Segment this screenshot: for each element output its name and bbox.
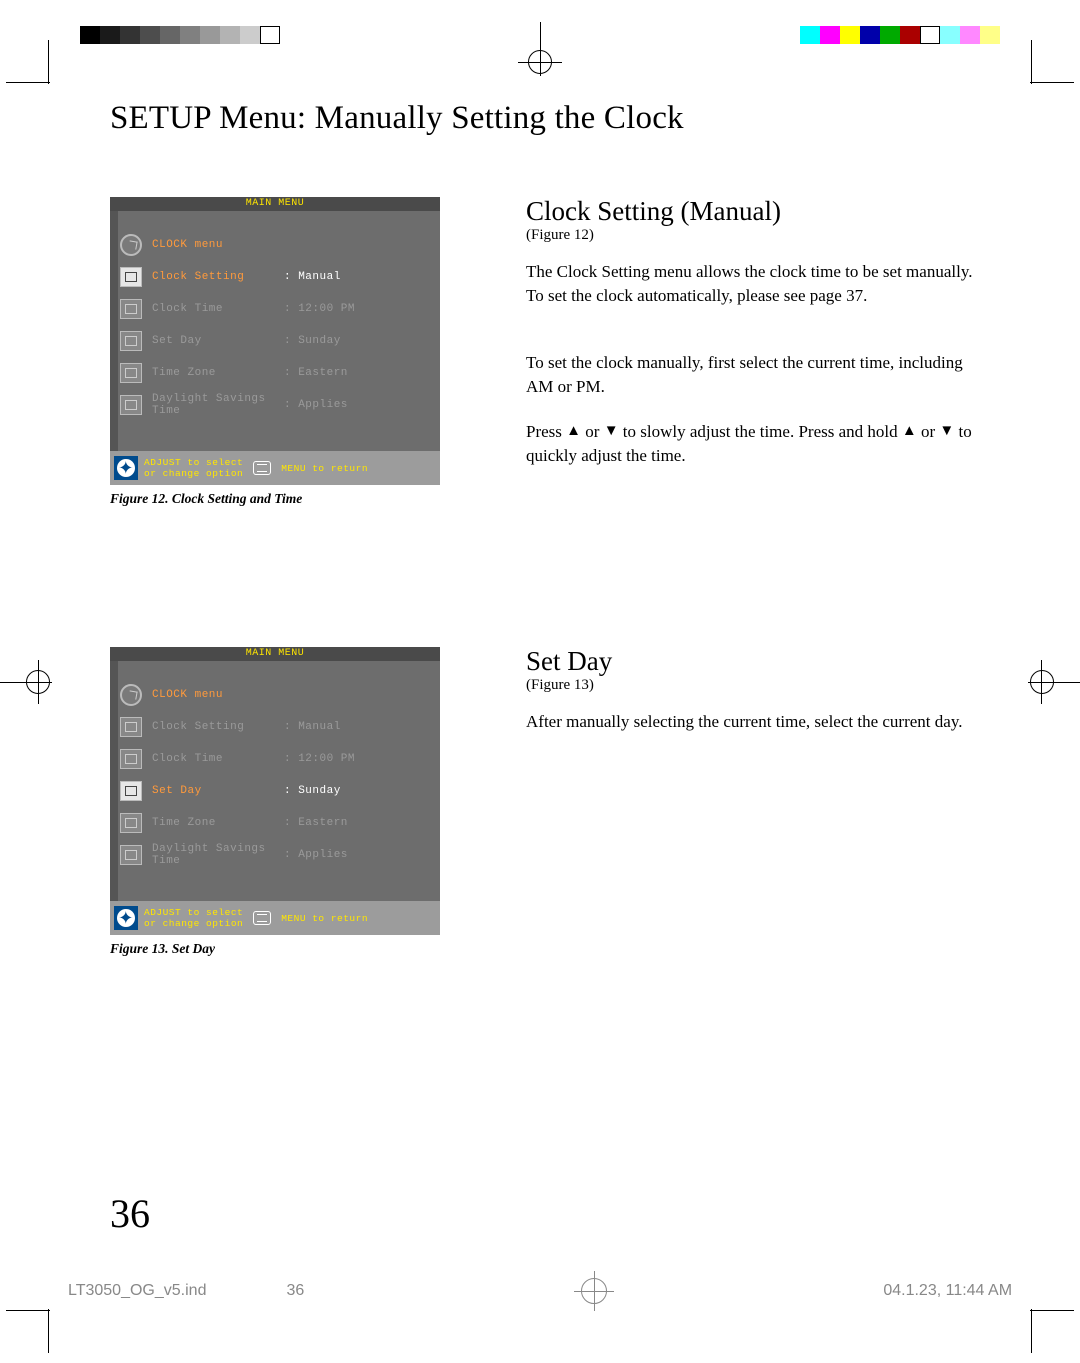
- osd-item-value: Applies: [284, 849, 348, 861]
- menu-item-icon: [120, 331, 142, 351]
- print-registration-top: [0, 22, 1080, 56]
- body-text: To set the clock manually, first select …: [526, 351, 990, 398]
- down-triangle-icon: ▼: [939, 423, 954, 439]
- figure-reference: (Figure 12): [526, 227, 990, 244]
- section-heading: Clock Setting (Manual): [526, 197, 990, 225]
- osd-item-value: Sunday: [284, 785, 341, 797]
- color-bar-icon: [800, 26, 1000, 44]
- osd-item-label: Daylight Savings Time: [152, 393, 284, 417]
- osd-item-label: Set Day: [152, 335, 284, 347]
- grayscale-bar-icon: [80, 26, 280, 44]
- osd-footer-text: ADJUST to select: [144, 907, 243, 918]
- body-text: After manually selecting the current tim…: [526, 710, 990, 733]
- footer-timestamp: 04.1.23, 11:44 AM: [883, 1282, 1012, 1300]
- figure-caption: Figure 13. Set Day: [110, 941, 470, 957]
- osd-main-menu-label: MAIN MENU: [110, 647, 440, 661]
- page-title: SETUP Menu: Manually Setting the Clock: [110, 100, 990, 137]
- menu-item-icon: [120, 299, 142, 319]
- menu-item-icon: [120, 717, 142, 737]
- figure-caption: Figure 12. Clock Setting and Time: [110, 491, 470, 507]
- osd-item-value: Eastern: [284, 367, 348, 379]
- osd-item-label: Daylight Savings Time: [152, 843, 284, 867]
- osd-item-value: 12:00 PM: [284, 303, 355, 315]
- osd-item-value: Manual: [284, 271, 341, 283]
- registration-mark-icon: [574, 1271, 614, 1311]
- osd-item-value: Eastern: [284, 817, 348, 829]
- menu-button-icon: [253, 461, 271, 475]
- osd-item-value: Manual: [284, 721, 341, 733]
- osd-item-label: Set Day: [152, 785, 284, 797]
- footer-page-number: 36: [286, 1282, 304, 1300]
- dpad-icon: [114, 906, 138, 930]
- menu-item-icon: [120, 813, 142, 833]
- menu-item-icon: [120, 845, 142, 865]
- osd-item-label: Clock Setting: [152, 271, 284, 283]
- section-heading: Set Day: [526, 647, 990, 675]
- menu-item-icon: [120, 395, 142, 415]
- dpad-icon: [114, 456, 138, 480]
- osd-item-label: CLOCK menu: [152, 239, 284, 251]
- body-text: Press ▲ or ▼ to slowly adjust the time. …: [526, 420, 990, 467]
- osd-item-value: Applies: [284, 399, 348, 411]
- down-triangle-icon: ▼: [604, 423, 619, 439]
- osd-item-label: Time Zone: [152, 367, 284, 379]
- osd-item-label: Clock Setting: [152, 721, 284, 733]
- up-triangle-icon: ▲: [566, 423, 581, 439]
- osd-footer-text: MENU to return: [281, 913, 368, 924]
- osd-footer-text: MENU to return: [281, 463, 368, 474]
- page-number: 36: [110, 1190, 150, 1237]
- body-text: The Clock Setting menu allows the clock …: [526, 260, 990, 307]
- menu-item-icon: [120, 749, 142, 769]
- osd-item-value: Sunday: [284, 335, 341, 347]
- document-footer: LT3050_OG_v5.ind 36 04.1.23, 11:44 AM: [68, 1271, 1012, 1311]
- up-triangle-icon: ▲: [902, 423, 917, 439]
- figure-reference: (Figure 13): [526, 677, 990, 694]
- menu-item-icon: [120, 781, 142, 801]
- menu-item-icon: [120, 363, 142, 383]
- menu-item-icon: [120, 267, 142, 287]
- clock-icon: [120, 234, 142, 256]
- clock-icon: [120, 684, 142, 706]
- osd-item-value: 12:00 PM: [284, 753, 355, 765]
- osd-item-label: Time Zone: [152, 817, 284, 829]
- osd-footer-text: or change option: [144, 918, 243, 929]
- osd-screenshot-fig13: MAIN MENU SETUP MENU CLOCK menu Clock Se…: [110, 647, 440, 935]
- osd-screenshot-fig12: MAIN MENU SETUP MENU CLOCK menu Clock Se…: [110, 197, 440, 485]
- osd-item-label: CLOCK menu: [152, 689, 284, 701]
- menu-button-icon: [253, 911, 271, 925]
- osd-main-menu-label: MAIN MENU: [110, 197, 440, 211]
- osd-item-label: Clock Time: [152, 303, 284, 315]
- osd-item-label: Clock Time: [152, 753, 284, 765]
- osd-footer-text: or change option: [144, 468, 243, 479]
- footer-filename: LT3050_OG_v5.ind: [68, 1282, 206, 1300]
- osd-footer-text: ADJUST to select: [144, 457, 243, 468]
